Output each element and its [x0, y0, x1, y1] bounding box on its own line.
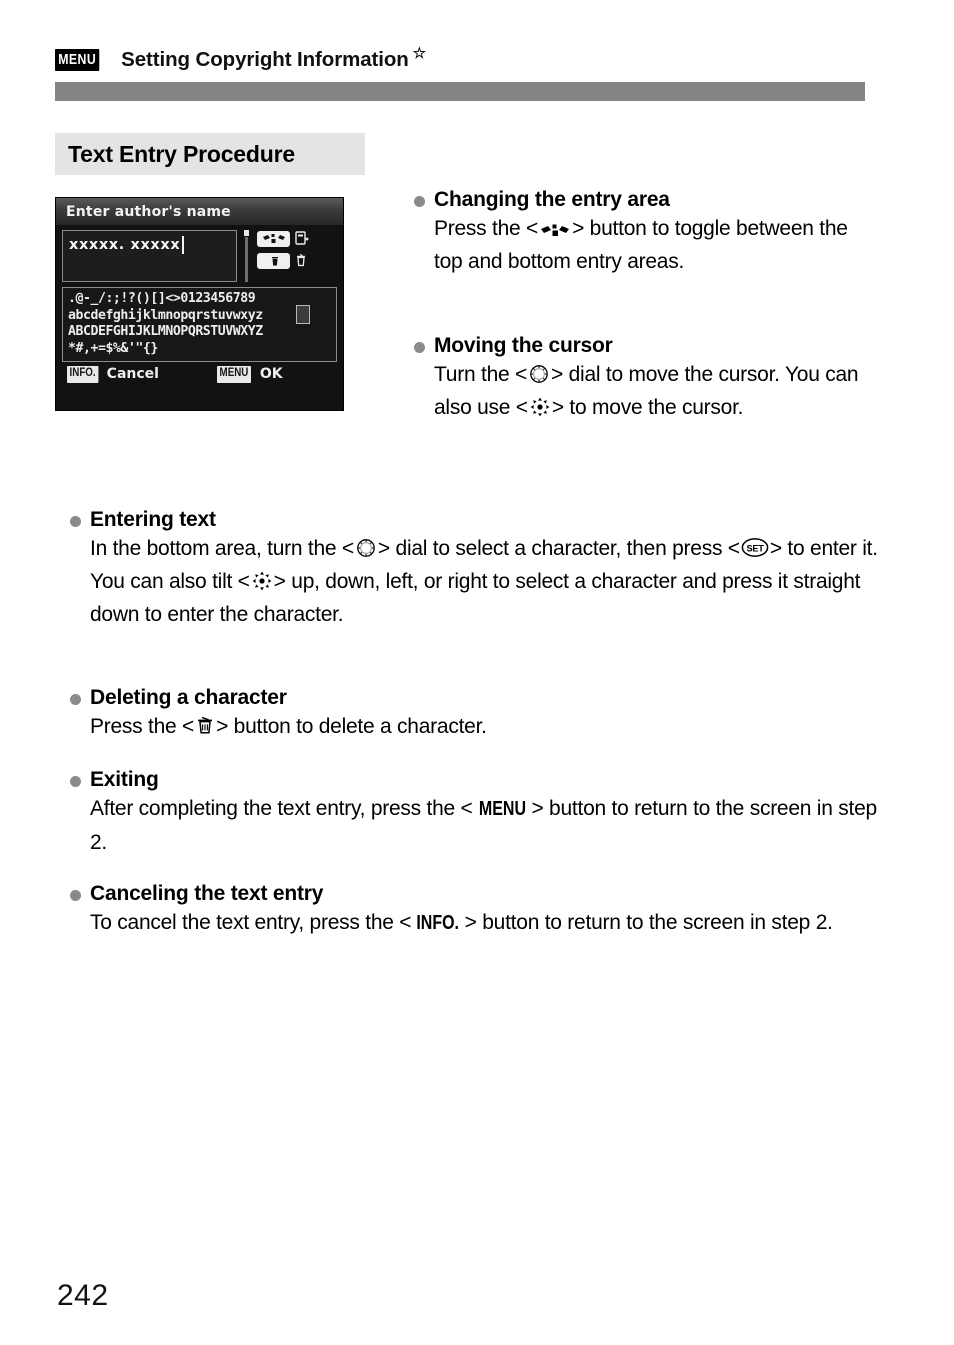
author-name-value: xxxxx. xxxxx — [69, 237, 181, 253]
character-selection-cursor — [296, 305, 310, 324]
section-body: Press the < > button to toggle between th… — [434, 212, 864, 278]
section-title: Canceling the text entry — [90, 882, 324, 905]
bullet-heading: Exiting — [70, 768, 880, 792]
bullet-heading: Canceling the text entry — [70, 882, 880, 906]
author-name-input[interactable]: xxxxx. xxxxx — [62, 230, 237, 282]
lcd-title-bar: Enter author's name — [56, 198, 343, 225]
bullet-dot-icon — [70, 890, 81, 901]
bullet-dot-icon — [414, 196, 425, 207]
bullet-heading: Moving the cursor — [414, 334, 864, 358]
lcd-footer: INFO. Cancel MENU OK — [62, 366, 337, 383]
multi-controller-icon — [250, 570, 274, 591]
svg-text:SET: SET — [746, 544, 764, 554]
trash-icon — [294, 252, 310, 269]
camera-screen-figure: Enter author's name xxxxx. xxxxx .@-_/:;… — [55, 197, 344, 411]
text-fragment: Press the < — [90, 715, 195, 738]
header-rule — [55, 82, 865, 101]
scrollbar-thumb[interactable] — [244, 230, 249, 236]
trash-icon — [194, 714, 216, 736]
lcd-delete-hint — [257, 252, 310, 269]
section-changing-entry-area: Changing the entry area Press the < > but… — [414, 188, 864, 278]
character-row-uppercase[interactable]: ABCDEFGHIJKLMNOPQRSTUVWXYZ — [68, 324, 333, 341]
set-button-icon: SET — [740, 537, 770, 558]
entry-area-toggle-key-icon — [257, 230, 290, 247]
text-fragment: To cancel the text entry, press the < — [90, 911, 412, 934]
text-fragment: > button to return to the screen in step… — [464, 911, 833, 934]
bullet-dot-icon — [414, 342, 425, 353]
section-title: Entering text — [90, 508, 216, 531]
section-moving-cursor: Moving the cursor Turn the < > dial to mo… — [414, 334, 864, 424]
section-deleting-character: Deleting a character Press the < > button… — [70, 686, 880, 743]
lcd-cancel-label: Cancel — [106, 366, 159, 383]
menu-button-icon: MENU — [478, 798, 526, 820]
menu-badge-icon-lcd: MENU — [216, 366, 251, 383]
text-fragment: In the bottom area, turn the < — [90, 537, 354, 560]
section-body: To cancel the text entry, press the < INF… — [90, 906, 880, 940]
lcd-scrollbar[interactable] — [243, 230, 250, 282]
lcd-toggle-hint — [257, 230, 310, 247]
bullet-heading: Changing the entry area — [414, 188, 864, 212]
section-body: Turn the < > dial to move the cursor. You… — [434, 358, 864, 424]
section-title: Deleting a character — [90, 686, 287, 709]
lcd-button-hints — [257, 230, 310, 269]
star-icon: ☆ — [412, 45, 427, 63]
delete-key-icon — [257, 252, 290, 269]
lcd-ok-label: OK — [259, 366, 283, 383]
info-badge-icon: INFO. — [67, 366, 99, 383]
text-fragment: > to move the cursor. — [551, 396, 744, 419]
text-fragment: > button to delete a character. — [216, 715, 487, 738]
section-title: Exiting — [90, 768, 159, 791]
lcd-cancel-hint[interactable]: INFO. Cancel — [67, 366, 159, 383]
section-body: Press the < > button to delete a characte… — [90, 710, 880, 743]
lcd-title-text: Enter author's name — [66, 203, 231, 220]
page-header: MENU Setting Copyright Information ☆ — [55, 45, 427, 72]
character-row-symbols-1[interactable]: .@-_/:;!?()[]<>0123456789 — [68, 291, 333, 308]
text-fragment: Press the < — [434, 217, 539, 240]
section-title: Changing the entry area — [434, 188, 670, 211]
character-row-lowercase[interactable]: abcdefghijklmnopqrstuvwxyz — [68, 308, 333, 325]
text-fragment: > dial to select a character, then press… — [377, 537, 740, 560]
section-body: In the bottom area, turn the < > dial to … — [90, 532, 880, 631]
section-heading: Text Entry Procedure — [55, 133, 365, 175]
menu-badge-icon: MENU — [55, 49, 100, 71]
text-fragment: After completing the text entry, press t… — [90, 797, 473, 820]
page-number: 242 — [57, 1279, 109, 1312]
bullet-heading: Deleting a character — [70, 686, 880, 710]
section-body: After completing the text entry, press t… — [90, 792, 880, 859]
section-heading-label: Text Entry Procedure — [68, 140, 295, 167]
character-palette[interactable]: .@-_/:;!?()[]<>0123456789 abcdefghijklmn… — [62, 287, 337, 362]
section-canceling-text-entry: Canceling the text entry To cancel the t… — [70, 882, 880, 940]
text-fragment: Turn the < — [434, 363, 528, 386]
lcd-entry-row: xxxxx. xxxxx — [62, 230, 337, 282]
section-title: Moving the cursor — [434, 334, 613, 357]
quick-control-dial-icon — [527, 363, 551, 384]
entry-area-toggle-icon — [538, 222, 572, 238]
info-button-icon: INFO. — [416, 912, 460, 934]
character-row-symbols-2[interactable]: *#,+=$%&'"{} — [68, 341, 333, 358]
quick-control-dial-icon — [354, 537, 378, 558]
multi-controller-icon — [528, 396, 552, 417]
lcd-body: xxxxx. xxxxx .@-_/:;!?()[]<>0123456789 a… — [56, 225, 343, 383]
bullet-heading: Entering text — [70, 508, 880, 532]
bullet-dot-icon — [70, 516, 81, 527]
text-cursor — [182, 236, 184, 254]
page-title: Setting Copyright Information ☆ — [121, 45, 427, 72]
scrollbar-track — [245, 237, 248, 282]
lcd-ok-hint[interactable]: MENU OK — [216, 366, 283, 383]
bullet-dot-icon — [70, 776, 81, 787]
bullet-dot-icon — [70, 694, 81, 705]
section-entering-text: Entering text In the bottom area, turn t… — [70, 508, 880, 631]
section-exiting: Exiting After completing the text entry,… — [70, 768, 880, 859]
page-title-text: Setting Copyright Information — [121, 48, 409, 71]
entry-area-toggle-icon — [294, 230, 310, 247]
